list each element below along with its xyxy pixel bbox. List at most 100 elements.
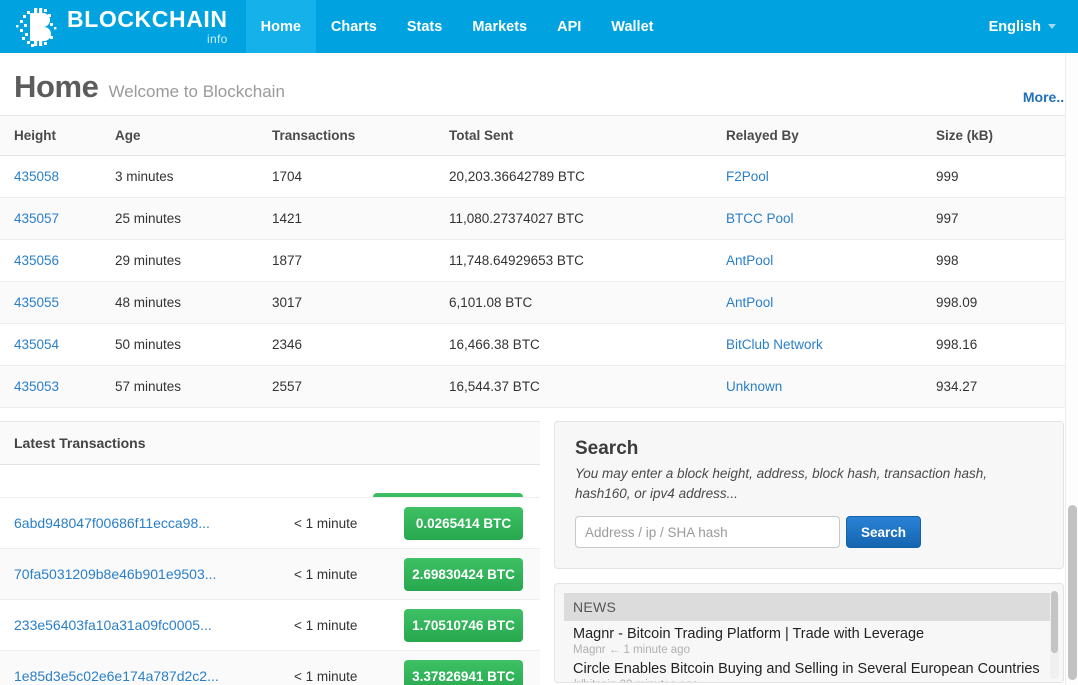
relayed-by-link[interactable]: F2Pool	[726, 169, 769, 184]
brand-tagline: info	[207, 32, 228, 46]
latest-transactions-panel: Latest Transactions 6abd948047f00686f11e…	[0, 421, 540, 685]
page-title: Home	[14, 69, 99, 104]
news-title-link[interactable]: Circle Enables Bitcoin Buying and Sellin…	[573, 660, 1045, 678]
transaction-age: < 1 minute	[294, 668, 358, 684]
cell-age: 25 minutes	[115, 197, 272, 240]
tx-amount-badge[interactable]: 1.70510746 BTC	[404, 608, 523, 642]
tx-amount-badge[interactable]: 0.0265414 BTC	[404, 506, 523, 540]
cell-age: 50 minutes	[115, 323, 272, 366]
transaction-hash-link[interactable]: 1e85d3e5c02e6e174a787d2c2...	[14, 668, 294, 684]
nav-item-stats[interactable]: Stats	[392, 0, 457, 53]
cell-total-sent: 11,748.64929653 BTC	[449, 239, 726, 282]
cell-height: 435057	[0, 197, 115, 240]
language-selector[interactable]: English	[989, 19, 1056, 35]
top-navbar: BLOCKCHAIN info Home Charts Stats Market…	[0, 0, 1078, 53]
cell-size: 998.16	[936, 323, 1078, 366]
search-title: Search	[575, 438, 639, 459]
more-link[interactable]: More...	[1023, 89, 1068, 105]
cell-total-sent: 16,466.38 BTC	[449, 323, 726, 366]
lower-section: Latest Transactions 6abd948047f00686f11e…	[0, 421, 1078, 685]
navbar-right: English	[989, 19, 1078, 35]
news-title-link[interactable]: Magnr - Bitcoin Trading Platform | Trade…	[573, 625, 1045, 643]
transaction-age: < 1 minute	[294, 617, 358, 633]
news-scrollbar-thumb[interactable]	[1051, 591, 1058, 654]
table-row: 435055 48 minutes 3017 6,101.08 BTC AntP…	[0, 281, 1078, 324]
relayed-by-link[interactable]: Unknown	[726, 379, 782, 394]
brand-name: BLOCKCHAIN	[67, 6, 228, 32]
cell-age: 57 minutes	[115, 365, 272, 408]
search-input[interactable]	[575, 516, 840, 549]
column-header-age[interactable]: Age	[115, 115, 272, 156]
blocks-table-header: Height Age Transactions Total Sent Relay…	[0, 115, 1078, 156]
block-height-link[interactable]: 435057	[14, 211, 59, 226]
search-card: Search You may enter a block height, add…	[554, 421, 1064, 570]
cell-transactions: 1877	[272, 239, 449, 282]
page-scrollbar[interactable]	[1065, 53, 1078, 685]
brand-logo-link[interactable]: BLOCKCHAIN info	[0, 0, 246, 53]
transaction-hash-link[interactable]: 70fa5031209b8e46b901e9503...	[14, 566, 294, 582]
cell-transactions: 2557	[272, 365, 449, 408]
page-scrollbar-thumb[interactable]	[1068, 505, 1077, 680]
cell-relayed-by: Unknown	[726, 365, 936, 408]
cell-size: 998.09	[936, 281, 1078, 324]
tx-amount-badge-partial[interactable]	[373, 493, 523, 497]
cell-transactions: 1421	[272, 197, 449, 240]
transaction-age: < 1 minute	[294, 515, 358, 531]
search-row: Search	[575, 516, 1043, 549]
page-subtitle: Welcome to Blockchain	[108, 82, 285, 101]
news-scrollbar[interactable]	[1050, 591, 1059, 680]
nav-item-api[interactable]: API	[542, 0, 596, 53]
cell-size: 998	[936, 239, 1078, 282]
relayed-by-link[interactable]: AntPool	[726, 295, 773, 310]
main-nav: Home Charts Stats Markets API Wallet	[245, 0, 669, 53]
tx-amount-badge[interactable]: 2.69830424 BTC	[404, 557, 523, 591]
blocks-header-row: Height Age Transactions Total Sent Relay…	[0, 115, 1078, 156]
transaction-hash-link[interactable]: 233e56403fa10a31a09fc0005...	[14, 617, 294, 633]
nav-item-charts[interactable]: Charts	[316, 0, 392, 53]
column-header-total-sent[interactable]: Total Sent	[449, 115, 726, 156]
list-item: 70fa5031209b8e46b901e9503... < 1 minute …	[0, 549, 540, 600]
cell-total-sent: 11,080.27374027 BTC	[449, 197, 726, 240]
block-height-link[interactable]: 435054	[14, 337, 59, 352]
cell-height: 435055	[0, 281, 115, 324]
cell-total-sent: 6,101.08 BTC	[449, 281, 726, 324]
news-meta: /r/bitcoin 22 minutes ago	[573, 679, 1045, 682]
relayed-by-link[interactable]: BTCC Pool	[726, 211, 794, 226]
cell-size: 934.27	[936, 365, 1078, 408]
block-height-link[interactable]: 435053	[14, 379, 59, 394]
column-header-height[interactable]: Height	[0, 115, 115, 156]
block-height-link[interactable]: 435056	[14, 253, 59, 268]
transaction-hash-link[interactable]: 6abd948047f00686f11ecca98...	[14, 515, 294, 531]
relayed-by-link[interactable]: AntPool	[726, 253, 773, 268]
right-column: Search You may enter a block height, add…	[540, 421, 1078, 684]
block-height-link[interactable]: 435058	[14, 169, 59, 184]
brand-text: BLOCKCHAIN info	[67, 6, 228, 46]
tx-amount-badge[interactable]: 3.37826941 BTC	[404, 659, 523, 685]
nav-item-home[interactable]: Home	[245, 0, 316, 53]
relayed-by-link[interactable]: BitClub Network	[726, 337, 823, 352]
nav-item-wallet[interactable]: Wallet	[596, 0, 668, 53]
cell-relayed-by: F2Pool	[726, 155, 936, 198]
cell-height: 435056	[0, 239, 115, 282]
table-row: 435054 50 minutes 2346 16,466.38 BTC Bit…	[0, 323, 1078, 366]
cell-transactions: 1704	[272, 155, 449, 198]
nav-item-markets[interactable]: Markets	[457, 0, 542, 53]
cell-height: 435058	[0, 155, 115, 198]
cell-relayed-by: AntPool	[726, 281, 936, 324]
cell-transactions: 2346	[272, 323, 449, 366]
cell-age: 29 minutes	[115, 239, 272, 282]
table-row: 435058 3 minutes 1704 20,203.36642789 BT…	[0, 155, 1078, 198]
cell-size: 999	[936, 155, 1078, 198]
block-height-link[interactable]: 435055	[14, 295, 59, 310]
cell-height: 435053	[0, 365, 115, 408]
news-card: NEWS Magnr - Bitcoin Trading Platform | …	[554, 583, 1064, 684]
column-header-transactions[interactable]: Transactions	[272, 115, 449, 156]
pixelated-bitcoin-b-logo-icon	[16, 7, 57, 47]
column-header-size[interactable]: Size (kB)	[936, 115, 1078, 156]
search-hint: You may enter a block height, address, b…	[575, 466, 987, 501]
search-button[interactable]: Search	[846, 516, 922, 549]
cell-age: 3 minutes	[115, 155, 272, 198]
cell-height: 435054	[0, 323, 115, 366]
cell-relayed-by: AntPool	[726, 239, 936, 282]
column-header-relayed-by[interactable]: Relayed By	[726, 115, 936, 156]
